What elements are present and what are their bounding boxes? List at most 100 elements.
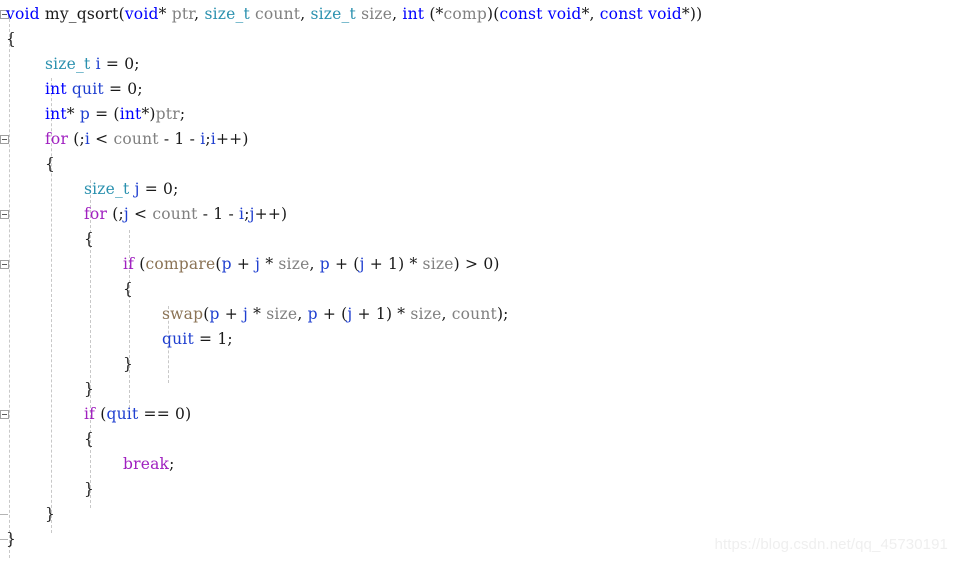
code-token: comp bbox=[443, 5, 487, 23]
code-token: p bbox=[221, 255, 232, 273]
code-token: ++) bbox=[215, 130, 249, 148]
code-token: + bbox=[231, 255, 256, 273]
code-token: (; bbox=[68, 130, 85, 148]
code-token: 0 bbox=[163, 180, 174, 198]
code-token: { bbox=[84, 430, 95, 448]
code-token: 1 bbox=[375, 305, 386, 323]
code-token: count bbox=[255, 5, 301, 23]
code-token: ) bbox=[493, 255, 500, 273]
code-token: ptr bbox=[171, 5, 195, 23]
code-token: 1 bbox=[217, 330, 228, 348]
code-token: size bbox=[410, 305, 442, 323]
code-token: ; bbox=[134, 55, 140, 73]
code-token: 1 bbox=[174, 130, 185, 148]
code-token: * bbox=[248, 305, 267, 323]
code-token: == bbox=[138, 405, 176, 423]
code-token: , bbox=[392, 5, 403, 23]
code-token: ) > bbox=[453, 255, 484, 273]
code-token: ; bbox=[179, 105, 186, 123]
code-line[interactable]: quit = 1; bbox=[162, 327, 233, 352]
code-token: quit bbox=[162, 330, 194, 348]
code-token: void bbox=[648, 5, 682, 23]
code-token: p bbox=[319, 255, 330, 273]
code-token: break bbox=[123, 455, 170, 473]
code-line[interactable]: } bbox=[45, 502, 55, 527]
code-token: compare bbox=[145, 255, 216, 273]
code-line[interactable]: } bbox=[84, 477, 94, 502]
code-token: } bbox=[123, 355, 134, 373]
code-line[interactable]: { bbox=[84, 427, 94, 452]
code-token: - bbox=[184, 130, 201, 148]
code-token: ( bbox=[134, 255, 146, 273]
code-token: ); bbox=[496, 305, 509, 323]
code-token: , bbox=[194, 5, 205, 23]
code-token: p bbox=[79, 105, 90, 123]
code-token: + bbox=[364, 255, 389, 273]
code-token: = bbox=[139, 180, 164, 198]
code-token: ) bbox=[185, 405, 192, 423]
code-token: size_t bbox=[204, 5, 250, 23]
code-line[interactable]: int* p = (int*)ptr; bbox=[45, 102, 185, 127]
code-line[interactable]: int quit = 0; bbox=[45, 77, 143, 102]
code-token: )( bbox=[486, 5, 500, 23]
code-token: , bbox=[297, 305, 308, 323]
watermark-text: https://blog.csdn.net/qq_45730191 bbox=[714, 536, 948, 553]
code-token: (; bbox=[107, 205, 124, 223]
code-editor[interactable]: void my_qsort ( void * ptr, size_t count, s… bbox=[0, 0, 956, 561]
code-line[interactable]: { bbox=[123, 277, 133, 302]
code-token: for bbox=[45, 130, 69, 148]
code-token: ptr bbox=[155, 105, 180, 123]
code-token: const bbox=[599, 5, 643, 23]
code-token: , bbox=[441, 305, 452, 323]
code-line[interactable]: break; bbox=[123, 452, 175, 477]
code-line[interactable]: for (;j < count - 1 - i;j++) bbox=[84, 202, 287, 227]
code-line[interactable]: for (;i < count - 1 - i;i++) bbox=[45, 127, 249, 152]
code-token: my_qsort bbox=[44, 5, 119, 23]
code-token: * bbox=[260, 255, 279, 273]
code-token: size bbox=[361, 5, 393, 23]
code-line[interactable]: void my_qsort(void* ptr, size_t count, s… bbox=[6, 2, 702, 27]
code-token: *)) bbox=[681, 5, 703, 23]
code-token: *, bbox=[581, 5, 600, 23]
code-token: size_t bbox=[45, 55, 91, 73]
code-line[interactable]: } bbox=[123, 352, 133, 377]
code-token: = bbox=[193, 330, 218, 348]
code-token: { bbox=[84, 230, 95, 248]
code-line[interactable]: size_t i = 0; bbox=[45, 52, 140, 77]
code-line[interactable]: { bbox=[6, 27, 16, 52]
code-token: - bbox=[223, 205, 240, 223]
code-token: = bbox=[100, 55, 125, 73]
code-token: size_t bbox=[310, 5, 356, 23]
code-token: p bbox=[209, 305, 220, 323]
code-token: - bbox=[158, 130, 175, 148]
code-token: void bbox=[6, 5, 40, 23]
code-token: ( bbox=[95, 405, 107, 423]
code-token: if bbox=[123, 255, 135, 273]
code-token: ++) bbox=[254, 205, 288, 223]
code-text-area[interactable]: void my_qsort ( void * ptr, size_t count, s… bbox=[0, 0, 956, 561]
code-token: { bbox=[6, 30, 17, 48]
code-token: } bbox=[84, 380, 95, 398]
code-token: quit bbox=[71, 80, 104, 98]
code-token: void bbox=[124, 5, 159, 23]
code-line[interactable]: if (compare(p + j * size, p + (j + 1) * … bbox=[123, 252, 500, 277]
code-line[interactable]: size_t j = 0; bbox=[84, 177, 179, 202]
code-token: + ( bbox=[317, 305, 348, 323]
code-token: void bbox=[547, 5, 582, 23]
code-token: p bbox=[307, 305, 318, 323]
code-line[interactable]: if (quit == 0) bbox=[84, 402, 191, 427]
code-token: int bbox=[45, 80, 67, 98]
code-line[interactable]: swap(p + j * size, p + (j + 1) * size, c… bbox=[162, 302, 509, 327]
code-token: if bbox=[84, 405, 96, 423]
code-token: - bbox=[197, 205, 214, 223]
code-token: count bbox=[152, 205, 198, 223]
code-token: int bbox=[402, 5, 425, 23]
code-line[interactable]: { bbox=[84, 227, 94, 252]
code-token: 0 bbox=[483, 255, 494, 273]
code-token: for bbox=[84, 205, 108, 223]
code-line[interactable]: { bbox=[45, 152, 55, 177]
code-line[interactable]: } bbox=[84, 377, 94, 402]
code-token: ; bbox=[227, 330, 233, 348]
code-token: + bbox=[219, 305, 244, 323]
code-line[interactable]: } bbox=[6, 527, 16, 552]
